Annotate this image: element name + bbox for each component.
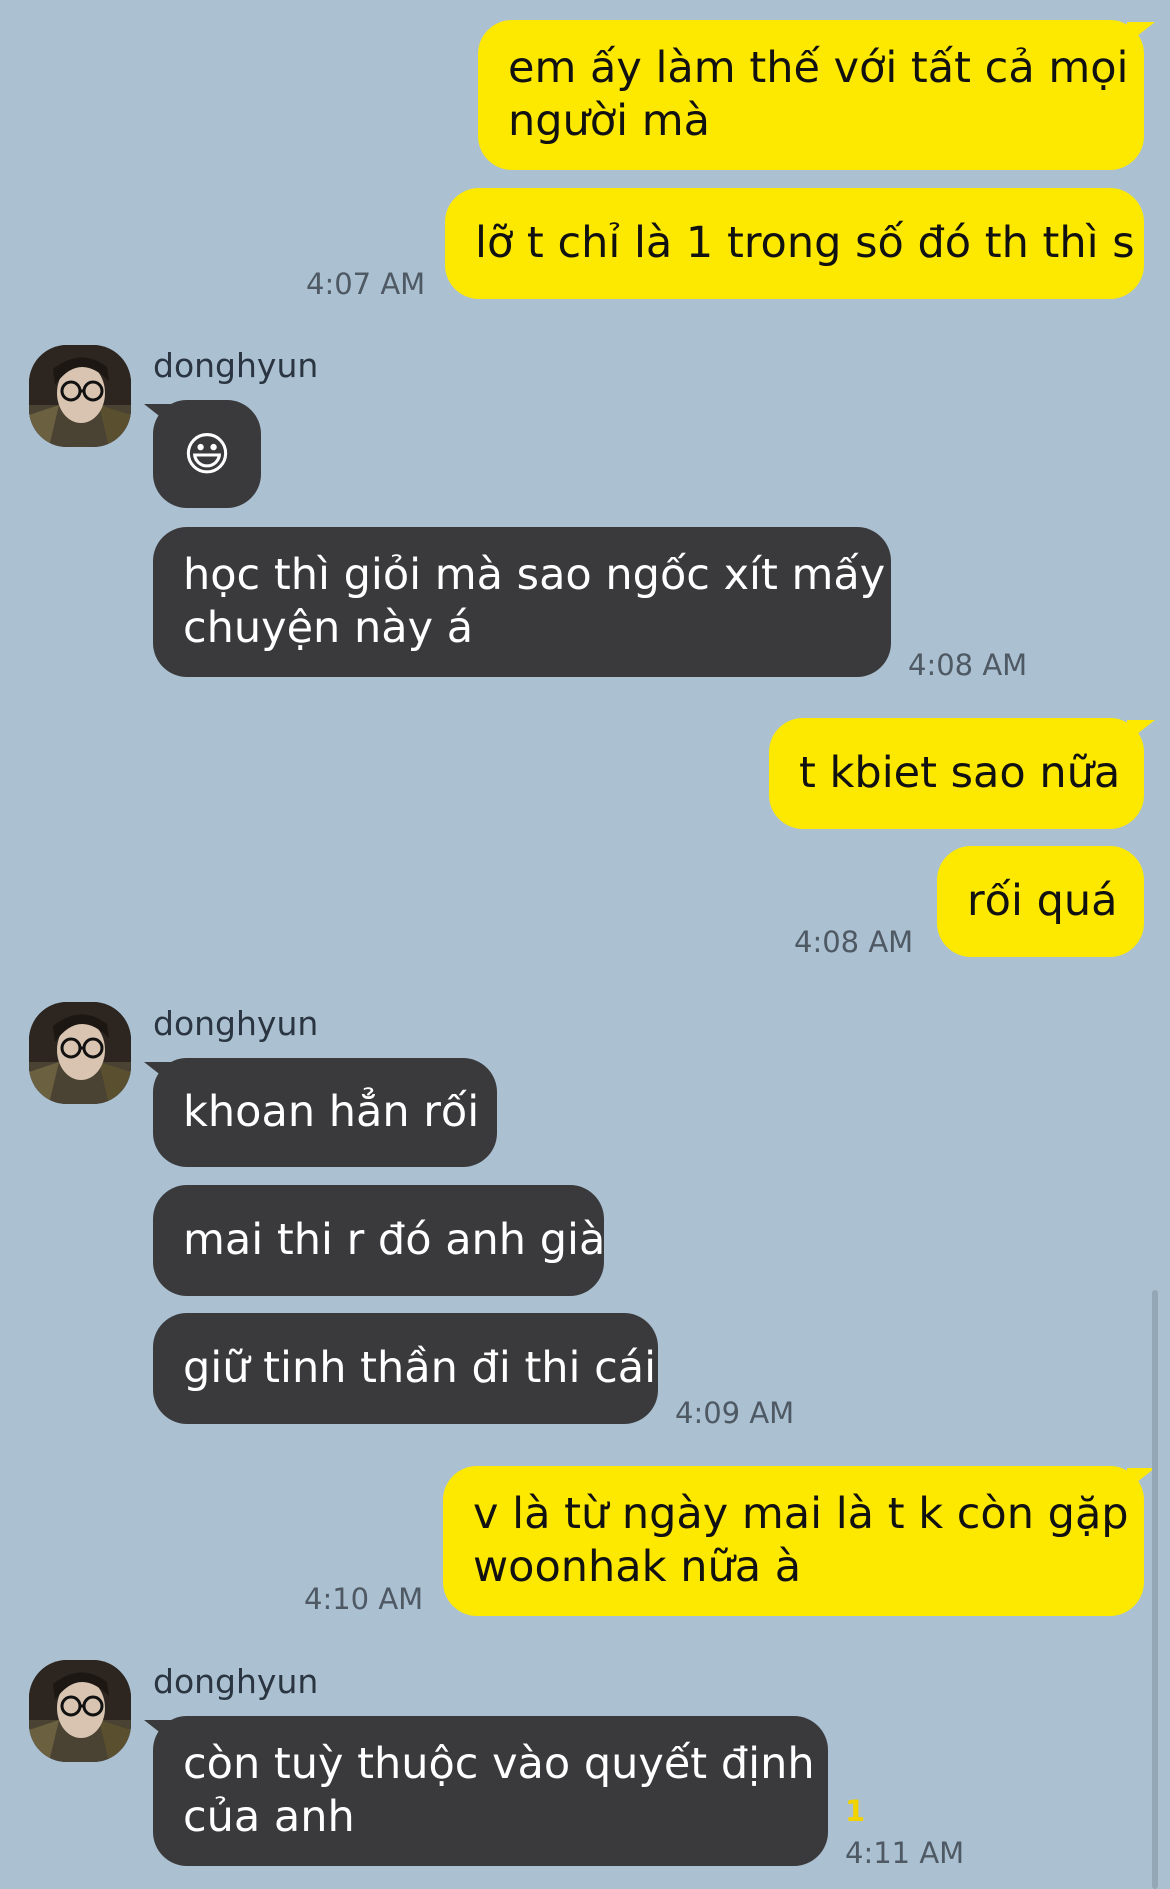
bubble-tail [1127,720,1155,742]
message-bubble-sent[interactable]: lỡ t chỉ là 1 trong số đó th thì s [445,188,1144,299]
message-bubble-sent[interactable]: t kbiet sao nữa [769,718,1144,829]
message-text-line: của anh [183,1792,355,1842]
chat-view[interactable]: em ấy làm thế với tất cả mọi người mà lỡ… [0,0,1170,1889]
avatar-photo-icon [29,1660,131,1762]
message-bubble-sent[interactable]: rối quá [937,846,1144,957]
message-text: rối quá [967,876,1118,926]
bubble-tail [1127,22,1155,44]
message-text: giữ tinh thần đi thi cái [183,1343,657,1393]
sender-name: donghyun [153,346,319,385]
message-timestamp: 4:10 AM [304,1582,424,1616]
message-text-line: học thì giỏi mà sao ngốc xít mấy [183,550,886,600]
bubble-tail [1127,1468,1155,1490]
contact-avatar[interactable] [29,1002,131,1104]
message-text: lỡ t chỉ là 1 trong số đó th thì s [475,218,1135,268]
message-bubble-received[interactable]: khoan hẳn rối [153,1058,497,1167]
scrollbar-thumb[interactable] [1152,1290,1158,1889]
message-bubble-received[interactable]: giữ tinh thần đi thi cái [153,1313,658,1424]
sender-name: donghyun [153,1662,319,1701]
message-text: mai thi r đó anh già [183,1215,606,1265]
unread-count-badge: 1 [845,1794,866,1828]
message-bubble-received[interactable]: còn tuỳ thuộc vào quyết định của anh [153,1716,828,1866]
message-timestamp: 4:08 AM [908,648,1028,682]
message-timestamp: 4:09 AM [675,1396,795,1430]
message-bubble-sent[interactable]: v là từ ngày mai là t k còn gặp woonhak … [443,1466,1144,1616]
avatar-photo-icon [29,345,131,447]
bubble-tail [144,1720,172,1742]
message-timestamp: 4:11 AM [845,1836,965,1870]
message-text: khoan hẳn rối [183,1087,480,1137]
message-bubble-received[interactable]: học thì giỏi mà sao ngốc xít mấy chuyện … [153,527,891,677]
message-text-line: v là từ ngày mai là t k còn gặp [473,1489,1129,1539]
sender-name: donghyun [153,1004,319,1043]
smiley-emoji-icon: 😃 [183,426,231,481]
message-bubble-received[interactable]: mai thi r đó anh già [153,1185,606,1296]
avatar-photo-icon [29,1002,131,1104]
contact-avatar[interactable] [29,1660,131,1762]
message-text-line: em ấy làm thế với tất cả mọi [508,43,1129,93]
bubble-tail [144,404,172,426]
message-text-line: chuyện này á [183,603,474,653]
message-text-line: woonhak nữa à [473,1542,802,1592]
message-bubble-sent[interactable]: em ấy làm thế với tất cả mọi người mà [478,20,1144,170]
contact-avatar[interactable] [29,345,131,447]
message-text: t kbiet sao nữa [799,748,1121,798]
bubble-tail [144,1062,172,1084]
message-timestamp: 4:08 AM [794,925,914,959]
message-timestamp: 4:07 AM [306,267,426,301]
message-text-line: người mà [508,96,710,146]
message-text-line: còn tuỳ thuộc vào quyết định [183,1739,815,1789]
